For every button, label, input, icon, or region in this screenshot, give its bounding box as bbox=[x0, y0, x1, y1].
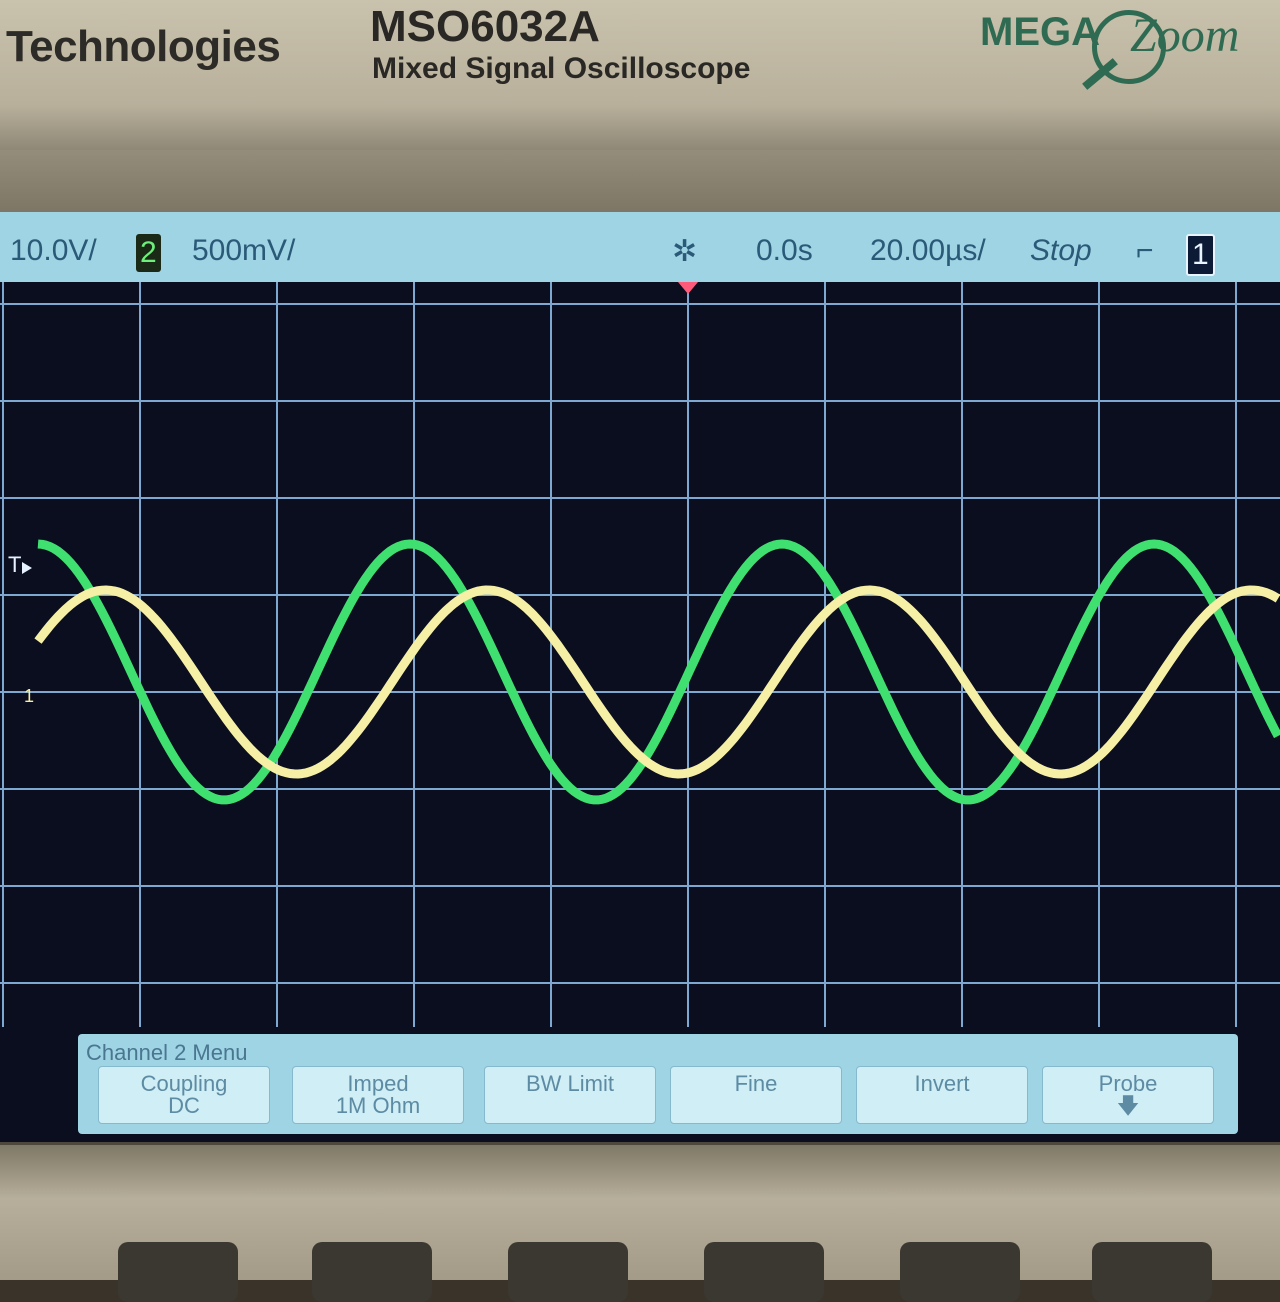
softkey-label: Probe bbox=[1098, 1071, 1158, 1096]
softkey-label: BW Limit bbox=[526, 1071, 614, 1096]
status-bar: 10.0V/ 2 500mV/ ✲ 0.0s 20.00µs/ Stop ⌐ 1 bbox=[0, 212, 1280, 282]
scope-top-bezel: Technologies MSO6032A Mixed Signal Oscil… bbox=[0, 0, 1280, 150]
model-name: MSO6032A bbox=[370, 2, 600, 51]
sun-icon: ✲ bbox=[672, 235, 698, 268]
softkey-hw-button-3[interactable] bbox=[508, 1242, 628, 1302]
rising-edge-icon: ⌐ bbox=[1136, 234, 1154, 267]
logo-zoom-text: Zoom bbox=[1130, 9, 1240, 62]
trigger-level-marker: T bbox=[8, 552, 21, 577]
logo-mega-text: MEGA bbox=[980, 10, 1100, 54]
softkey-hw-button-2[interactable] bbox=[312, 1242, 432, 1302]
scope-screen: 10.0V/ 2 500mV/ ✲ 0.0s 20.00µs/ Stop ⌐ 1… bbox=[0, 212, 1280, 1142]
ch2-indicator: 2 bbox=[136, 234, 161, 272]
softkey-label: Fine bbox=[734, 1071, 778, 1096]
softkey-value: DC bbox=[168, 1093, 200, 1118]
bw-limit-softkey[interactable]: BW Limit bbox=[484, 1066, 656, 1124]
down-arrow-icon: 🡇 bbox=[1116, 1093, 1140, 1118]
delay-value: 0.0s bbox=[756, 234, 813, 267]
fine-softkey[interactable]: Fine bbox=[670, 1066, 842, 1124]
megazoom-logo: MEGA Zoom bbox=[980, 6, 1280, 94]
softkey-hw-button-6[interactable] bbox=[1092, 1242, 1212, 1302]
softkey-hw-button-1[interactable] bbox=[118, 1242, 238, 1302]
softkey-label: Coupling bbox=[140, 1071, 228, 1096]
impedance-softkey[interactable]: Imped 1M Ohm bbox=[292, 1066, 464, 1124]
model-description: Mixed Signal Oscilloscope bbox=[372, 52, 751, 85]
ch2-scale: 500mV/ bbox=[192, 234, 296, 267]
softkey-label: Imped bbox=[347, 1071, 409, 1096]
trigger-level-arrow bbox=[22, 562, 32, 574]
run-state: Stop bbox=[1030, 234, 1092, 267]
timebase-value: 20.00µs/ bbox=[870, 234, 986, 267]
invert-softkey[interactable]: Invert bbox=[856, 1066, 1028, 1124]
softkey-hw-button-5[interactable] bbox=[900, 1242, 1020, 1302]
channel-menu: Channel 2 Menu Coupling DC Imped 1M Ohm … bbox=[78, 1034, 1238, 1134]
graticule bbox=[0, 282, 1280, 1027]
waveform-display: T 1 bbox=[0, 282, 1280, 1027]
brand-name: Technologies bbox=[6, 22, 281, 71]
trigger-position-marker bbox=[678, 282, 698, 294]
softkey-value: 1M Ohm bbox=[335, 1093, 421, 1118]
menu-title: Channel 2 Menu bbox=[86, 1040, 248, 1065]
ch1-ground-marker: 1 bbox=[24, 686, 34, 706]
ch1-scale: 10.0V/ bbox=[10, 234, 97, 267]
trigger-source: 1 bbox=[1186, 234, 1215, 276]
coupling-softkey[interactable]: Coupling DC bbox=[98, 1066, 270, 1124]
probe-softkey[interactable]: Probe 🡇 bbox=[1042, 1066, 1214, 1124]
softkey-hw-button-4[interactable] bbox=[704, 1242, 824, 1302]
softkey-label: Invert bbox=[914, 1071, 970, 1096]
